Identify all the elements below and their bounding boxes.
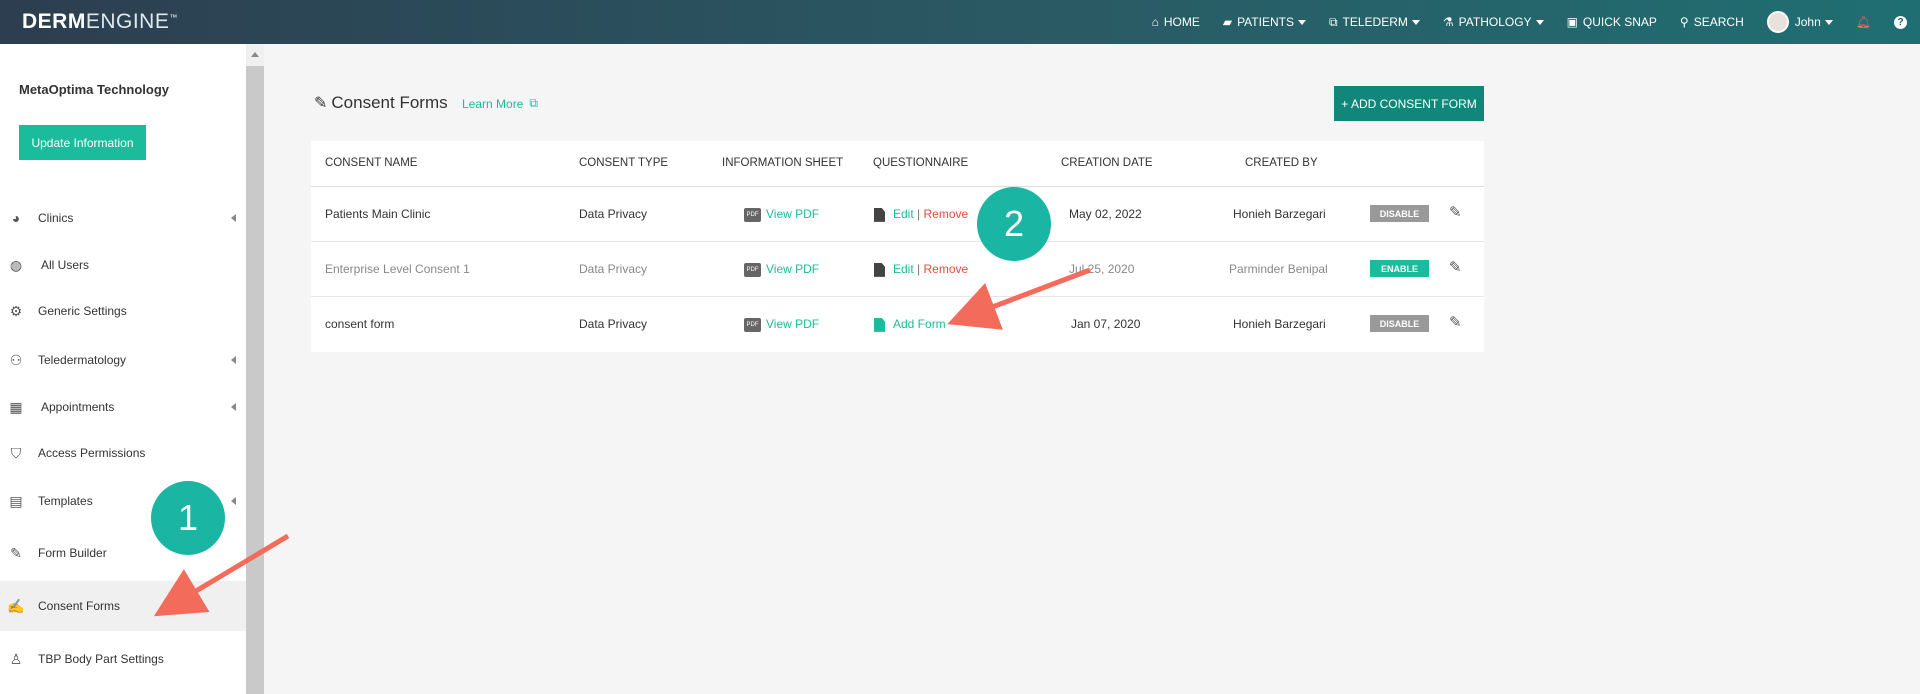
arrow-to-consent-forms <box>153 533 290 617</box>
arrow-to-add-form <box>947 267 1091 330</box>
annotation-arrows <box>153 267 1091 617</box>
